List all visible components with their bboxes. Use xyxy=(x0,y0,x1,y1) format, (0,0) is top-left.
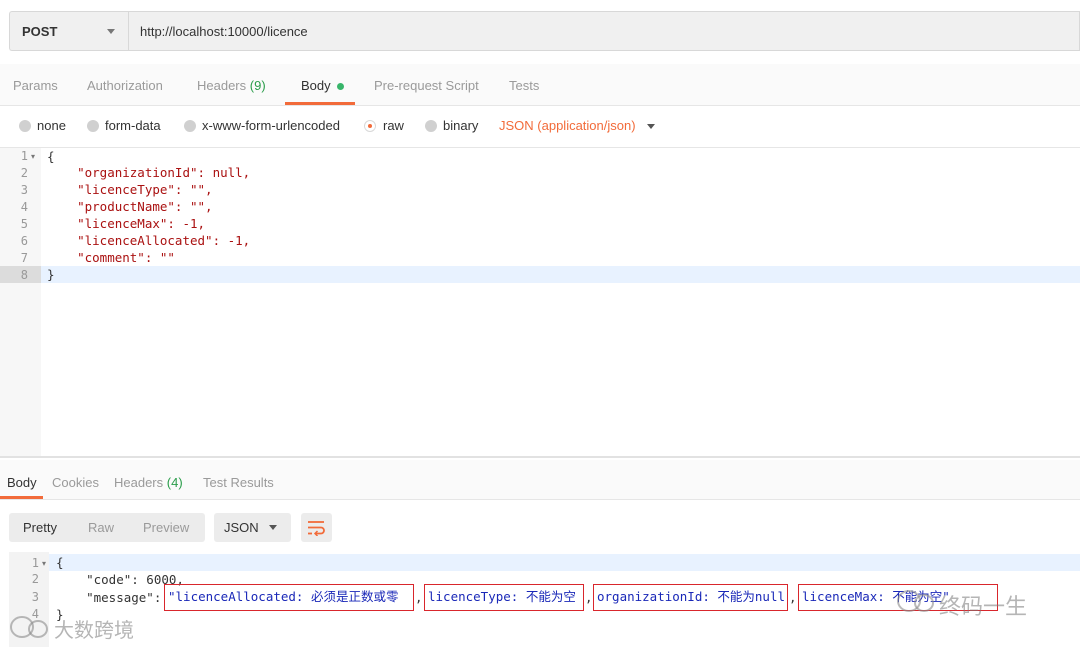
response-tabs: Body Cookies Headers (4) Test Results xyxy=(0,460,1080,500)
code-line: { xyxy=(56,555,64,570)
active-line-highlight xyxy=(41,266,1080,283)
wrap-lines-button[interactable] xyxy=(301,513,332,542)
content-type-select[interactable]: JSON (application/json) xyxy=(499,118,636,133)
preview-button[interactable]: Preview xyxy=(143,520,189,535)
response-tab-body[interactable]: Body xyxy=(7,475,37,490)
watermark-left: 大数跨境 xyxy=(8,612,158,642)
radio-form-data[interactable] xyxy=(87,120,99,132)
url-text: http://localhost:10000/licence xyxy=(140,24,308,39)
tab-params[interactable]: Params xyxy=(13,78,58,93)
line-number: 1 xyxy=(31,556,39,570)
chevron-down-icon xyxy=(269,525,277,530)
line-number: 2 xyxy=(31,572,39,586)
radio-raw-label[interactable]: raw xyxy=(383,118,404,133)
separator: , xyxy=(415,590,423,605)
line-number: 7 xyxy=(20,251,28,265)
message-segment-highlight: "licenceAllocated: 必须是正数或零 xyxy=(164,584,414,611)
watermark-right: 终码一生 xyxy=(895,585,1055,619)
radio-binary[interactable] xyxy=(425,120,437,132)
code-line: "message": xyxy=(56,590,169,605)
active-response-tab-indicator xyxy=(0,496,43,499)
radio-urlencoded[interactable] xyxy=(184,120,196,132)
response-tab-test-results[interactable]: Test Results xyxy=(203,475,274,490)
chevron-down-icon xyxy=(107,29,115,34)
code-line: "licenceAllocated": -1, xyxy=(47,233,251,248)
line-number: 4 xyxy=(20,200,28,214)
radio-urlencoded-label[interactable]: x-www-form-urlencoded xyxy=(202,118,340,133)
watermark-right-text: 终码一生 xyxy=(939,594,1028,619)
radio-form-data-label[interactable]: form-data xyxy=(105,118,161,133)
line-number: 3 xyxy=(20,183,28,197)
radio-none[interactable] xyxy=(19,120,31,132)
line-number: 2 xyxy=(20,166,28,180)
fold-caret-icon[interactable]: ▾ xyxy=(31,152,35,161)
line-number: 6 xyxy=(20,234,28,248)
line-number: 5 xyxy=(20,217,28,231)
watermark-left-text: 大数跨境 xyxy=(54,620,134,642)
tab-tests[interactable]: Tests xyxy=(509,78,539,93)
tab-authorization[interactable]: Authorization xyxy=(87,78,163,93)
format-label: JSON xyxy=(224,520,259,535)
chevron-down-icon[interactable] xyxy=(647,124,655,129)
response-headers-count: (4) xyxy=(166,475,183,490)
radio-binary-label[interactable]: binary xyxy=(443,118,478,133)
active-tab-indicator xyxy=(285,102,355,105)
code-line: { xyxy=(47,149,55,164)
response-tab-headers[interactable]: Headers (4) xyxy=(114,475,183,490)
body-type-selector: none form-data x-www-form-urlencoded raw… xyxy=(0,106,1080,148)
wechat-logo-icon xyxy=(10,616,48,638)
code-line: "comment": "" xyxy=(47,250,175,265)
line-number: 1 xyxy=(20,149,28,163)
tab-pre-request-script[interactable]: Pre-request Script xyxy=(374,78,479,93)
message-segment-highlight: licenceType: 不能为空 xyxy=(424,584,584,611)
separator: , xyxy=(789,590,797,605)
headers-count: (9) xyxy=(249,78,266,93)
line-number: 8 xyxy=(20,268,28,282)
request-tabs: Params Authorization Headers (9) Body Pr… xyxy=(0,64,1080,106)
line-number: 3 xyxy=(31,590,39,604)
code-line: "organizationId": null, xyxy=(47,165,251,180)
method-select[interactable]: POST xyxy=(9,11,128,51)
pane-divider[interactable] xyxy=(0,456,1080,458)
body-status-dot-icon xyxy=(336,83,344,91)
wechat-logo-icon xyxy=(897,590,934,612)
method-label: POST xyxy=(22,24,58,39)
response-active-line xyxy=(49,554,1080,571)
tab-headers[interactable]: Headers (9) xyxy=(197,78,266,93)
separator: , xyxy=(585,590,593,605)
response-tab-cookies[interactable]: Cookies xyxy=(52,475,99,490)
url-input[interactable]: http://localhost:10000/licence xyxy=(128,11,1080,51)
tab-body[interactable]: Body xyxy=(301,78,344,93)
request-bar: POST http://localhost:10000/licence xyxy=(0,0,1080,64)
fold-caret-icon[interactable]: ▾ xyxy=(42,559,46,568)
code-line: } xyxy=(47,267,55,282)
pretty-button[interactable]: Pretty xyxy=(23,520,57,535)
code-line: "productName": "", xyxy=(47,199,213,214)
request-body-editor[interactable]: 1 ▾ 2 3 4 5 6 7 8 { "organizationId": nu… xyxy=(0,148,1080,458)
format-select[interactable]: JSON xyxy=(214,513,291,542)
radio-none-label[interactable]: none xyxy=(37,118,66,133)
wrap-lines-icon xyxy=(308,521,325,536)
code-line: "licenceMax": -1, xyxy=(47,216,206,231)
message-segment-highlight: organizationId: 不能为null xyxy=(593,584,788,611)
code-line: "licenceType": "", xyxy=(47,182,213,197)
radio-raw[interactable] xyxy=(364,120,376,132)
raw-button[interactable]: Raw xyxy=(88,520,114,535)
view-mode-group: Pretty Raw Preview xyxy=(9,513,205,542)
